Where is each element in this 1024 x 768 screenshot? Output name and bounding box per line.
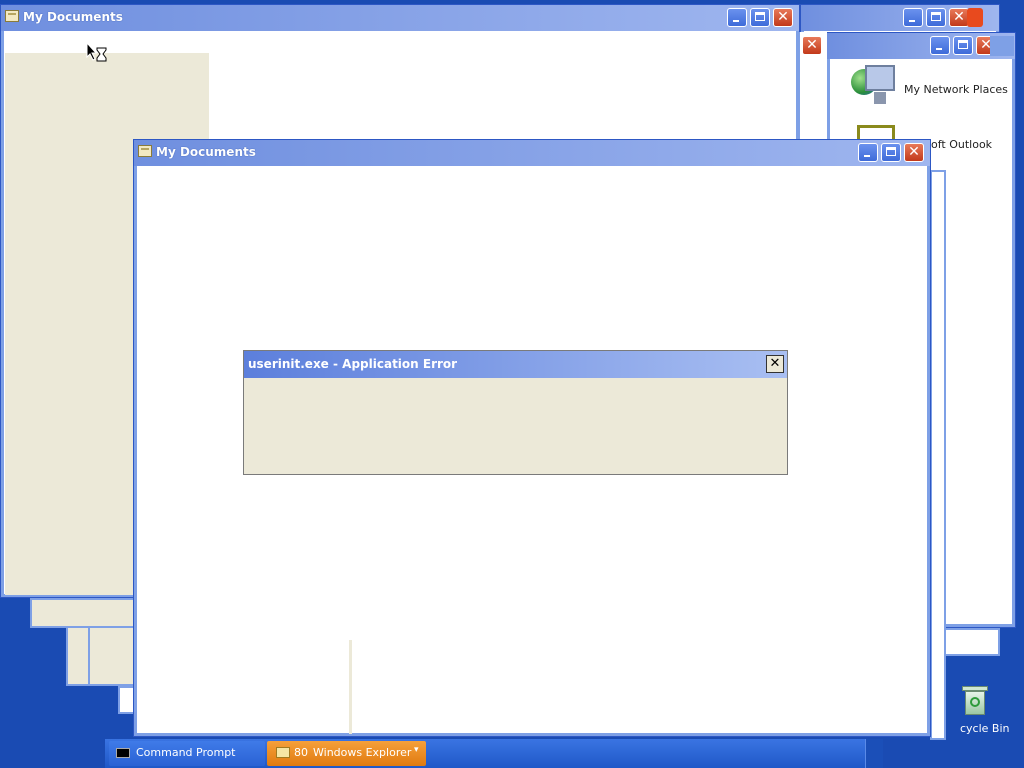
minimize-icon — [864, 155, 870, 157]
close-icon: ✕ — [769, 356, 781, 371]
taskbar-separator — [865, 739, 883, 768]
close-icon: ✕ — [806, 37, 818, 53]
close-icon: ✕ — [777, 9, 789, 25]
network-places-label: My Network Places — [904, 83, 1008, 96]
minimize-button[interactable] — [903, 8, 923, 27]
maximize-button[interactable] — [953, 36, 973, 55]
explorer-group-label: Windows Explorer — [313, 746, 412, 759]
recycle-bin-icon[interactable] — [962, 686, 988, 716]
maximize-button[interactable] — [881, 143, 901, 162]
maximize-button[interactable] — [926, 8, 946, 27]
folder-icon — [5, 10, 19, 22]
maximize-button[interactable] — [750, 8, 770, 27]
cascade-window-edge-1 — [30, 598, 140, 628]
close-icon — [967, 8, 983, 27]
maximize-icon — [886, 147, 896, 156]
dialog-body — [244, 378, 787, 474]
network-places-icon[interactable] — [851, 65, 897, 111]
minimize-icon — [733, 20, 739, 22]
window-title: My Documents — [23, 10, 123, 24]
close-icon — [990, 36, 1014, 56]
minimize-icon — [909, 20, 915, 22]
window-title: My Documents — [156, 145, 256, 159]
close-button[interactable]: ✕ — [802, 36, 822, 55]
maximize-icon — [931, 12, 941, 21]
recycle-symbol-icon — [970, 697, 980, 707]
taskbar-item-windows-explorer[interactable]: 80 Windows Explorer ▾ — [267, 741, 426, 766]
cascade-window-edge-6 — [944, 628, 1000, 656]
dialog-title-bar[interactable]: userinit.exe - Application Error ✕ — [244, 351, 787, 378]
close-icon: ✕ — [908, 144, 920, 160]
close-button[interactable]: ✕ — [773, 8, 793, 27]
outlook-label: oft Outlook — [931, 138, 993, 151]
taskbar-item-command-prompt[interactable]: Command Prompt — [109, 741, 265, 766]
close-icon: ✕ — [953, 9, 965, 25]
busy-cursor-icon — [86, 41, 108, 64]
monitor-stand — [874, 92, 886, 104]
explorer-group-count: 80 — [294, 746, 308, 759]
minimize-button[interactable] — [858, 143, 878, 162]
maximize-icon — [958, 40, 968, 49]
folder-icon — [138, 145, 152, 157]
dialog-title: userinit.exe - Application Error — [248, 357, 458, 371]
folder-icon — [276, 747, 290, 758]
close-button[interactable]: ✕ — [904, 143, 924, 162]
pane-divider — [349, 640, 352, 734]
minimize-button[interactable] — [727, 8, 747, 27]
minimize-button[interactable] — [930, 36, 950, 55]
recycle-bin-label: cycle Bin — [960, 722, 1010, 735]
command-prompt-icon — [116, 748, 130, 758]
command-prompt-label: Command Prompt — [136, 746, 236, 759]
application-error-dialog[interactable]: userinit.exe - Application Error ✕ — [243, 350, 788, 475]
close-button[interactable]: ✕ — [949, 8, 969, 27]
maximize-icon — [755, 12, 765, 21]
dialog-close-button[interactable]: ✕ — [766, 355, 784, 373]
chevron-down-icon[interactable]: ▾ — [414, 745, 419, 755]
monitor-icon — [865, 65, 895, 91]
minimize-icon — [936, 48, 942, 50]
